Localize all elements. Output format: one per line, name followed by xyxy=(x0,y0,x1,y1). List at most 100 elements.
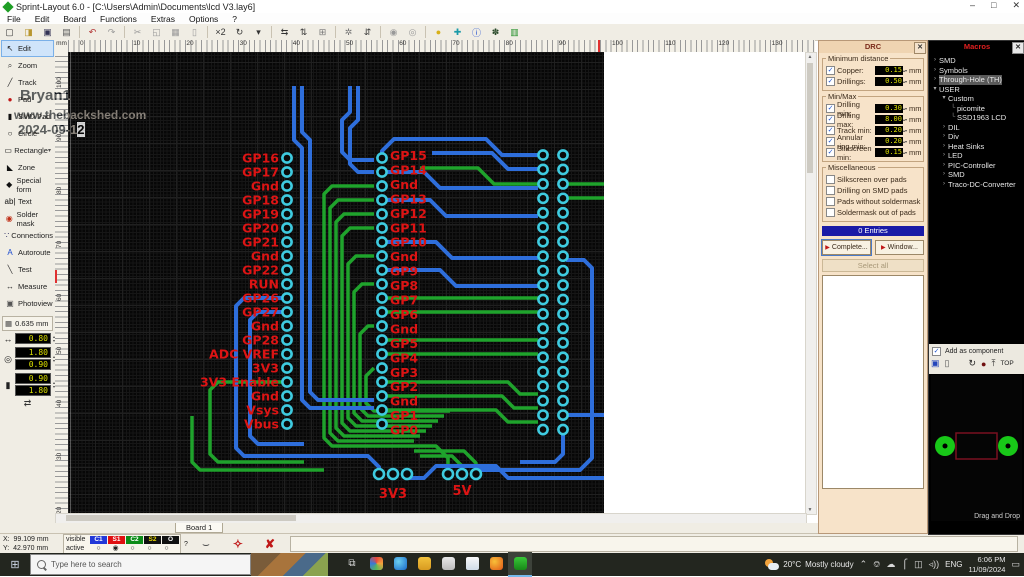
vertical-scroll-thumb[interactable] xyxy=(807,63,813,173)
silkscreen-label[interactable]: GP16 xyxy=(242,151,279,166)
tree-expand-icon[interactable]: › xyxy=(940,180,948,190)
pad[interactable] xyxy=(282,195,291,204)
layer-visible-C2[interactable]: C2 xyxy=(126,536,143,544)
rotate-macro-icon[interactable]: ↻ xyxy=(968,358,976,369)
macro-tree-item[interactable]: ›Through-Hole (TH) xyxy=(931,75,1024,85)
silkscreen-label[interactable]: GP8 xyxy=(390,278,418,293)
macro-tree-item[interactable]: └SSD1963 LCD xyxy=(931,113,1024,123)
pad[interactable] xyxy=(282,335,291,344)
taskbar-app-store[interactable] xyxy=(436,552,460,575)
paste-icon[interactable]: ▦ xyxy=(167,25,184,40)
pad[interactable] xyxy=(377,223,386,232)
rotate-icon[interactable]: ↻ xyxy=(231,25,248,40)
tool-zone[interactable]: ◣Zone xyxy=(1,159,54,176)
pad[interactable] xyxy=(377,153,386,162)
menu-functions[interactable]: Functions xyxy=(93,14,144,24)
drc-rule-checkbox[interactable]: ✓ xyxy=(826,126,835,135)
taskbar-app-mail[interactable] xyxy=(460,552,484,575)
tree-expand-icon[interactable]: › xyxy=(931,56,939,66)
taskbar-search-input[interactable]: Type here to search xyxy=(30,554,251,575)
pad[interactable] xyxy=(282,251,291,260)
silkscreen-label[interactable]: GP28 xyxy=(242,333,279,348)
silkscreen-label[interactable]: Gnd xyxy=(251,319,279,334)
pad[interactable] xyxy=(282,307,291,316)
silkscreen-label[interactable]: Gnd xyxy=(390,249,418,264)
hidden-icons-chevron[interactable]: ⌃ xyxy=(860,559,868,570)
delete-icon[interactable]: ▯ xyxy=(186,25,203,40)
pad[interactable] xyxy=(282,405,291,414)
remove-connection-icon[interactable]: ✘ xyxy=(256,535,284,553)
undo-icon[interactable]: ↶ xyxy=(84,25,101,40)
drc-misc-checkbox[interactable] xyxy=(826,175,835,184)
pad[interactable] xyxy=(538,382,547,391)
pad[interactable] xyxy=(282,363,291,372)
pad[interactable] xyxy=(558,396,567,405)
taskbar-app-edge[interactable] xyxy=(388,552,412,575)
pad-size-field-value[interactable]: 0.90 xyxy=(15,359,51,370)
layer-visible-S1[interactable]: S1 xyxy=(108,536,125,544)
drc-rule-value[interactable]: 8.00 xyxy=(875,115,903,124)
pad[interactable] xyxy=(457,469,467,479)
layer-active-C1[interactable]: ○ xyxy=(90,545,107,553)
pad[interactable] xyxy=(558,194,567,203)
tool-connections[interactable]: ∵Connections xyxy=(1,227,54,244)
unlock-icon[interactable]: ◎ xyxy=(404,25,421,40)
pad[interactable] xyxy=(558,367,567,376)
tree-expand-icon[interactable]: › xyxy=(940,161,948,171)
drc-misc-checkbox[interactable] xyxy=(826,208,835,217)
taskbar-app-sprint-layout[interactable] xyxy=(508,552,532,577)
drc-rule-value[interactable]: 0.20 xyxy=(875,126,903,135)
pad[interactable] xyxy=(282,279,291,288)
lock-icon[interactable]: ◉ xyxy=(385,25,402,40)
drc-misc-checkbox[interactable] xyxy=(826,186,835,195)
silkscreen-label[interactable]: 3V3 Enable xyxy=(200,375,279,390)
drc-rule-value[interactable]: 0.15 xyxy=(875,148,903,157)
search-highlight-image[interactable] xyxy=(251,553,328,576)
pad[interactable] xyxy=(377,251,386,260)
silkscreen-label[interactable]: GP14 xyxy=(390,162,427,177)
pad[interactable] xyxy=(538,194,547,203)
silkscreen-label[interactable]: GP18 xyxy=(242,193,279,208)
tool-autoroute[interactable]: AAutoroute xyxy=(1,244,54,261)
pad[interactable] xyxy=(282,419,291,428)
new-file-icon[interactable]: ▢ xyxy=(1,25,18,40)
macro-tree-item[interactable]: ▾Custom xyxy=(931,94,1024,104)
pad[interactable] xyxy=(558,425,567,434)
pad[interactable] xyxy=(282,265,291,274)
snap-crosshair-icon[interactable]: ✚ xyxy=(449,25,466,40)
pad[interactable] xyxy=(558,309,567,318)
silkscreen-label[interactable]: 3V3 xyxy=(252,361,279,376)
taskbar-weather[interactable]: 20°CMostly cloudy xyxy=(765,559,853,571)
pad[interactable] xyxy=(377,181,386,190)
tool-special-form[interactable]: ◆Special form xyxy=(1,176,54,193)
pad[interactable] xyxy=(388,469,398,479)
pad[interactable] xyxy=(558,208,567,217)
silkscreen-label[interactable]: GP7 xyxy=(390,293,418,308)
duplicate-x2-icon[interactable]: ×2 xyxy=(212,25,229,40)
rotate-dropdown-icon[interactable]: ▾ xyxy=(250,25,267,40)
pad[interactable] xyxy=(558,150,567,159)
menu-options[interactable]: Options xyxy=(182,14,225,24)
cut-icon[interactable]: ✂ xyxy=(129,25,146,40)
vertical-scrollbar[interactable]: ▲ ▼ xyxy=(805,52,817,515)
silkscreen-label[interactable]: RUN xyxy=(249,277,279,292)
gerber-view-icon[interactable]: ▥ xyxy=(506,25,523,40)
pad[interactable] xyxy=(558,252,567,261)
taskbar-clock[interactable]: 6:06 PM11/09/2024 xyxy=(969,555,1006,575)
drc-close-icon[interactable]: ✕ xyxy=(914,42,926,54)
silk-text-bryan1[interactable]: Bryan1 xyxy=(20,87,71,104)
menu-[interactable]: ? xyxy=(225,14,244,24)
macro-tree-item[interactable]: ›LED xyxy=(931,151,1024,161)
silkscreen-label[interactable]: GP12 xyxy=(390,206,427,221)
volume-icon[interactable]: ◃)) xyxy=(929,559,940,570)
pad[interactable] xyxy=(558,411,567,420)
pad[interactable] xyxy=(558,353,567,362)
pad[interactable] xyxy=(377,363,386,372)
silkscreen-label[interactable]: Gnd xyxy=(390,177,418,192)
network-icon[interactable]: ◫ xyxy=(914,559,923,570)
pad[interactable] xyxy=(377,405,386,414)
open-file-icon[interactable]: ◨ xyxy=(20,25,37,40)
smd-size-field-value[interactable]: 1.80 xyxy=(15,385,51,396)
taskbar-app-firefox-colorful[interactable] xyxy=(364,552,388,575)
drc-rule-checkbox[interactable]: ✓ xyxy=(826,148,835,157)
